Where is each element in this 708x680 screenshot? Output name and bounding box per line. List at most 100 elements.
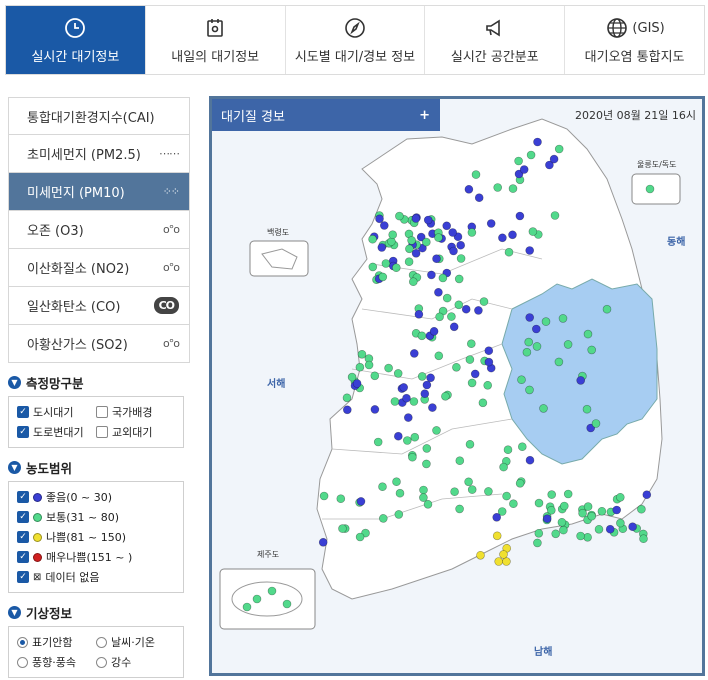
station-marker[interactable] <box>432 254 441 263</box>
station-marker[interactable] <box>467 378 477 388</box>
station-marker[interactable] <box>559 501 569 511</box>
station-marker[interactable] <box>394 510 404 519</box>
station-marker[interactable] <box>252 594 262 604</box>
station-marker[interactable] <box>392 263 401 272</box>
station-marker[interactable] <box>434 288 443 297</box>
station-marker[interactable] <box>499 550 508 559</box>
station-marker[interactable] <box>514 156 523 166</box>
station-marker[interactable] <box>422 444 432 453</box>
station-marker[interactable] <box>533 538 542 548</box>
station-marker[interactable] <box>470 369 480 379</box>
station-marker[interactable] <box>550 211 560 220</box>
station-marker[interactable] <box>381 259 391 268</box>
station-marker[interactable] <box>602 304 612 314</box>
station-marker[interactable] <box>539 404 548 413</box>
station-marker[interactable] <box>395 211 404 221</box>
station-marker[interactable] <box>533 137 542 147</box>
station-marker[interactable] <box>563 340 573 349</box>
station-marker[interactable] <box>583 502 593 511</box>
station-marker[interactable] <box>517 442 527 452</box>
station-marker[interactable] <box>454 274 464 284</box>
station-marker[interactable] <box>484 346 494 355</box>
station-marker[interactable] <box>616 518 625 528</box>
station-marker[interactable] <box>442 293 452 303</box>
station-marker[interactable] <box>587 511 597 521</box>
station-marker[interactable] <box>582 404 592 414</box>
station-marker[interactable] <box>419 485 428 495</box>
station-marker[interactable] <box>467 485 477 494</box>
station-marker[interactable] <box>378 272 388 282</box>
station-marker[interactable] <box>554 144 564 154</box>
range-very-bad[interactable]: ✓ 매우나쁨(151 ~ ) <box>17 547 175 567</box>
station-marker[interactable] <box>583 329 593 339</box>
station-marker[interactable] <box>615 492 625 502</box>
station-marker[interactable] <box>448 228 457 237</box>
station-marker[interactable] <box>628 522 637 532</box>
station-marker[interactable] <box>517 375 526 385</box>
station-marker[interactable] <box>388 230 397 239</box>
station-marker[interactable] <box>559 525 568 535</box>
station-marker[interactable] <box>639 534 648 544</box>
station-marker[interactable] <box>441 391 450 401</box>
station-marker[interactable] <box>408 452 417 462</box>
korea-map[interactable]: 백령도 울릉도/독도 제주도 동해 서해 남해 <box>212 99 702 673</box>
checkbox[interactable] <box>96 426 108 438</box>
station-marker[interactable] <box>531 324 541 334</box>
network-option-roadside[interactable]: ✓ 도로변대기 <box>17 424 96 440</box>
station-marker[interactable] <box>378 482 387 492</box>
station-marker[interactable] <box>645 184 655 194</box>
station-marker[interactable] <box>422 237 431 247</box>
station-marker[interactable] <box>576 531 585 541</box>
station-marker[interactable] <box>465 355 475 364</box>
station-marker[interactable] <box>352 379 362 388</box>
station-marker[interactable] <box>492 531 502 541</box>
radio[interactable] <box>17 636 28 648</box>
station-marker[interactable] <box>541 317 551 326</box>
checkbox[interactable]: ✓ <box>17 426 29 438</box>
station-marker[interactable] <box>515 478 525 488</box>
station-marker[interactable] <box>499 462 508 472</box>
network-option-suburban[interactable]: 교외대기 <box>96 424 175 440</box>
tab-gis[interactable]: (GIS) 대기오염 통합지도 <box>565 6 704 74</box>
station-marker[interactable] <box>357 350 367 359</box>
station-marker[interactable] <box>526 150 536 160</box>
station-marker[interactable] <box>474 306 483 315</box>
station-marker[interactable] <box>578 508 587 518</box>
station-marker[interactable] <box>414 310 424 319</box>
station-marker[interactable] <box>484 357 494 367</box>
station-marker[interactable] <box>404 413 413 422</box>
radio[interactable] <box>17 656 28 668</box>
weather-option-wind[interactable]: 풍향·풍속 <box>17 654 96 670</box>
station-marker[interactable] <box>456 240 465 250</box>
station-marker[interactable] <box>587 345 597 355</box>
station-marker[interactable] <box>390 397 400 406</box>
station-marker[interactable] <box>476 550 485 560</box>
station-marker[interactable] <box>508 230 517 240</box>
station-marker[interactable] <box>498 233 507 243</box>
station-marker[interactable] <box>471 170 481 179</box>
station-marker[interactable] <box>442 221 451 231</box>
station-marker[interactable] <box>319 491 329 501</box>
menu-pm10[interactable]: 미세먼지 (PM10) ⁘⁘ <box>8 173 190 211</box>
station-marker[interactable] <box>464 477 473 487</box>
station-marker[interactable] <box>423 499 433 509</box>
station-marker[interactable] <box>525 385 534 395</box>
station-marker[interactable] <box>558 314 568 323</box>
station-marker[interactable] <box>410 349 419 358</box>
station-marker[interactable] <box>395 488 405 498</box>
station-marker[interactable] <box>524 337 534 347</box>
station-marker[interactable] <box>504 247 514 257</box>
checkbox[interactable] <box>96 406 108 418</box>
network-option-urban[interactable]: ✓ 도시대기 <box>17 404 96 420</box>
station-marker[interactable] <box>467 228 477 237</box>
menu-pm25[interactable]: 초미세먼지 (PM2.5) ⋯⋯ <box>8 135 190 173</box>
station-marker[interactable] <box>403 436 412 445</box>
menu-cai[interactable]: 통합대기환경지수(CAI) <box>8 97 190 135</box>
station-marker[interactable] <box>546 505 556 515</box>
range-normal[interactable]: ✓ 보통(31 ~ 80) <box>17 507 175 527</box>
station-marker[interactable] <box>449 246 458 256</box>
station-marker[interactable] <box>486 219 496 228</box>
station-marker[interactable] <box>542 514 552 524</box>
station-marker[interactable] <box>411 214 421 223</box>
network-option-national[interactable]: 국가배경 <box>96 404 175 420</box>
